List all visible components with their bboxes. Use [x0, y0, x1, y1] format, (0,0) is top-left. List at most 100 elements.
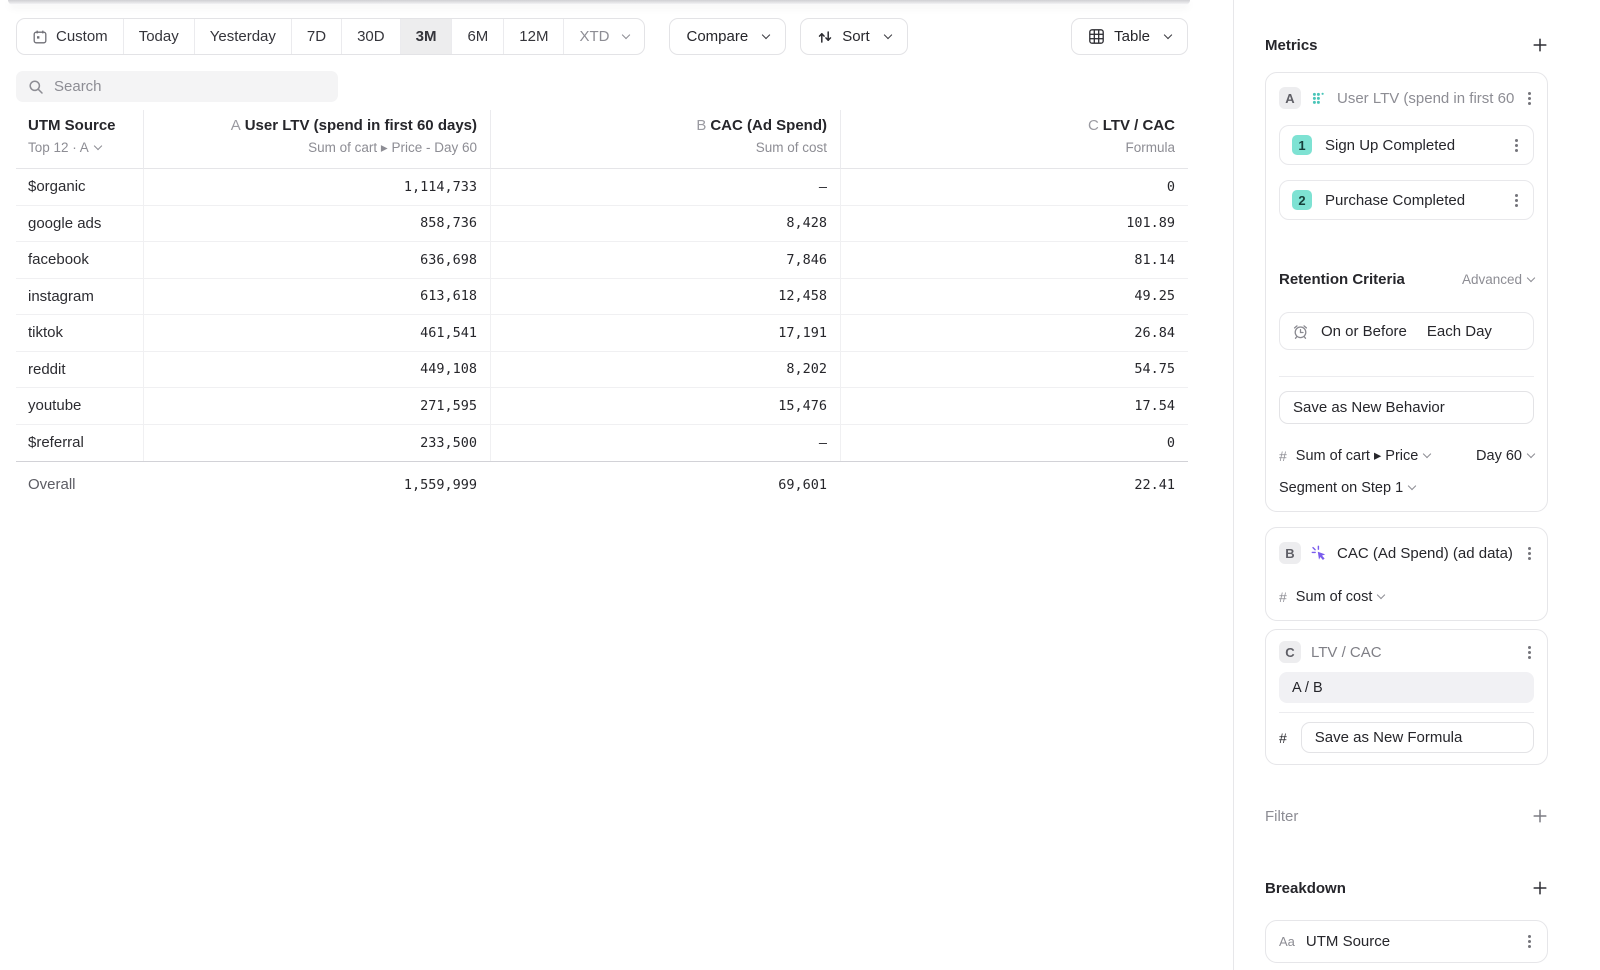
number-property-icon: # [1279, 589, 1287, 605]
kebab-dot [1528, 552, 1531, 555]
breakdown-label: UTM Source [1306, 933, 1390, 950]
date-range-label: Custom [56, 28, 108, 45]
kebab-dot [1528, 945, 1531, 948]
ltv-value: 461,541 [143, 315, 490, 352]
metric-b-header[interactable]: B CAC (Ad Spend) (ad data) [1279, 541, 1534, 565]
retention-criteria-title: Retention Criteria [1279, 271, 1405, 288]
overall-ltv-value: 1,559,999 [143, 461, 490, 507]
formula-save-row: # Save as New Formula [1279, 722, 1534, 753]
kebab-dot [1528, 656, 1531, 659]
date-range-7d[interactable]: 7D [291, 19, 341, 54]
kebab-dot [1528, 940, 1531, 943]
row-label[interactable]: reddit [16, 352, 143, 389]
right-panel: Metrics A User LTV (spend in first 60 da… [1233, 0, 1600, 970]
segment-dropdown[interactable]: Segment on Step 1 [1279, 480, 1415, 496]
row-label[interactable]: tiktok [16, 315, 143, 352]
column-title: User LTV (spend in first 60 days) [245, 117, 477, 134]
criteria-condition-dropdown[interactable]: On or Before [1321, 323, 1407, 340]
breakdown-list: Aa UTM Source [1265, 920, 1548, 963]
kebab-menu-icon[interactable] [1525, 90, 1534, 107]
kebab-dot [1528, 92, 1531, 95]
row-label[interactable]: facebook [16, 242, 143, 279]
column-header-utm-source[interactable]: UTM Source Top 12 · A [16, 110, 143, 169]
metric-a-header[interactable]: A User LTV (spend in first 60 da... [1279, 86, 1534, 110]
ltv-value: 271,595 [143, 388, 490, 425]
kebab-menu-icon[interactable] [1512, 137, 1521, 154]
date-range-label: Today [139, 28, 179, 45]
row-label[interactable]: youtube [16, 388, 143, 425]
row-label[interactable]: google ads [16, 206, 143, 243]
chevron-down-icon [1527, 273, 1535, 281]
search-box[interactable] [16, 71, 338, 102]
kebab-menu-icon[interactable] [1525, 545, 1534, 562]
text-property-icon: Aa [1279, 934, 1295, 949]
metric-letter-badge: C [1279, 641, 1301, 663]
date-range-label: 30D [357, 28, 385, 45]
column-header-ltv[interactable]: AUser LTV (spend in first 60 days) Sum o… [143, 110, 490, 169]
funnel-step-2[interactable]: 2Purchase Completed [1279, 180, 1534, 220]
search-input[interactable] [54, 78, 326, 95]
divider [1279, 376, 1534, 377]
series-letter: A [231, 117, 241, 134]
save-as-new-behavior-button[interactable]: Save as New Behavior [1279, 391, 1534, 424]
sort-icon [817, 29, 833, 45]
chevron-down-icon [762, 30, 770, 38]
add-filter-button[interactable] [1532, 808, 1548, 824]
kebab-menu-icon[interactable] [1512, 192, 1521, 209]
compare-button[interactable]: Compare [669, 18, 786, 55]
kebab-dot [1528, 547, 1531, 550]
row-label[interactable]: $referral [16, 425, 143, 462]
step-label: Purchase Completed [1325, 192, 1465, 209]
add-metric-button[interactable] [1532, 37, 1548, 53]
aggregation-dropdown[interactable]: Sum of cart ▸ Price [1296, 448, 1431, 464]
row-label[interactable]: $organic [16, 169, 143, 206]
view-selector-button[interactable]: Table [1071, 18, 1188, 55]
ltv-cac-value: 54.75 [840, 352, 1188, 389]
kebab-dot [1528, 935, 1531, 938]
column-header-cac[interactable]: BCAC (Ad Spend) Sum of cost [490, 110, 840, 169]
chevron-down-icon [1408, 482, 1416, 490]
date-range-30d[interactable]: 30D [341, 19, 400, 54]
metric-card-a: A User LTV (spend in first 60 da... 1Sig… [1265, 72, 1548, 512]
sort-button[interactable]: Sort [800, 18, 908, 55]
ltv-cac-value: 81.14 [840, 242, 1188, 279]
criteria-unit-dropdown[interactable]: Each Day [1427, 323, 1492, 340]
add-breakdown-button[interactable] [1532, 880, 1548, 896]
alarm-clock-icon [1292, 323, 1309, 340]
kebab-dot [1515, 194, 1518, 197]
row-dimension-title: UTM Source [28, 117, 131, 134]
row-label[interactable]: instagram [16, 279, 143, 316]
column-header-ltv-cac[interactable]: CLTV / CAC Formula [840, 110, 1188, 169]
formula-input[interactable]: A / B [1279, 672, 1534, 703]
metric-name: LTV / CAC [1311, 644, 1515, 661]
date-range-3m[interactable]: 3M [400, 19, 452, 54]
advanced-dropdown[interactable]: Advanced [1462, 272, 1534, 287]
kebab-menu-icon[interactable] [1525, 644, 1534, 661]
date-range-12m[interactable]: 12M [503, 19, 563, 54]
step-label: Sign Up Completed [1325, 137, 1455, 154]
save-as-new-formula-button[interactable]: Save as New Formula [1301, 722, 1534, 753]
window-dropdown[interactable]: Day 60 [1476, 448, 1534, 464]
kebab-menu-icon[interactable] [1525, 933, 1534, 950]
date-range-today[interactable]: Today [123, 19, 194, 54]
cac-value: 8,202 [490, 352, 840, 389]
kebab-dot [1528, 557, 1531, 560]
ltv-cac-value: 26.84 [840, 315, 1188, 352]
plus-icon [1532, 37, 1548, 53]
column-subtitle: Sum of cart ▸ Price - Day 60 [156, 140, 477, 156]
breakdown-item[interactable]: Aa UTM Source [1265, 920, 1548, 963]
funnel-step-1[interactable]: 1Sign Up Completed [1279, 125, 1534, 165]
table-grid-icon [1088, 28, 1105, 45]
date-range-custom[interactable]: Custom [17, 19, 123, 54]
metrics-header: Metrics [1265, 34, 1548, 56]
date-range-xtd[interactable]: XTD [563, 19, 644, 54]
metric-name: CAC (Ad Spend) (ad data) [1337, 545, 1515, 562]
date-range-yesterday[interactable]: Yesterday [194, 19, 291, 54]
chevron-down-icon [883, 30, 891, 38]
metric-b-aggregation-row: # Sum of cost [1279, 587, 1534, 607]
row-dimension-dropdown[interactable]: Top 12 · A [28, 140, 131, 155]
aggregation-dropdown[interactable]: Sum of cost [1296, 589, 1385, 605]
metric-c-header[interactable]: C LTV / CAC [1279, 641, 1534, 663]
date-range-6m[interactable]: 6M [451, 19, 503, 54]
ltv-cac-value: 17.54 [840, 388, 1188, 425]
